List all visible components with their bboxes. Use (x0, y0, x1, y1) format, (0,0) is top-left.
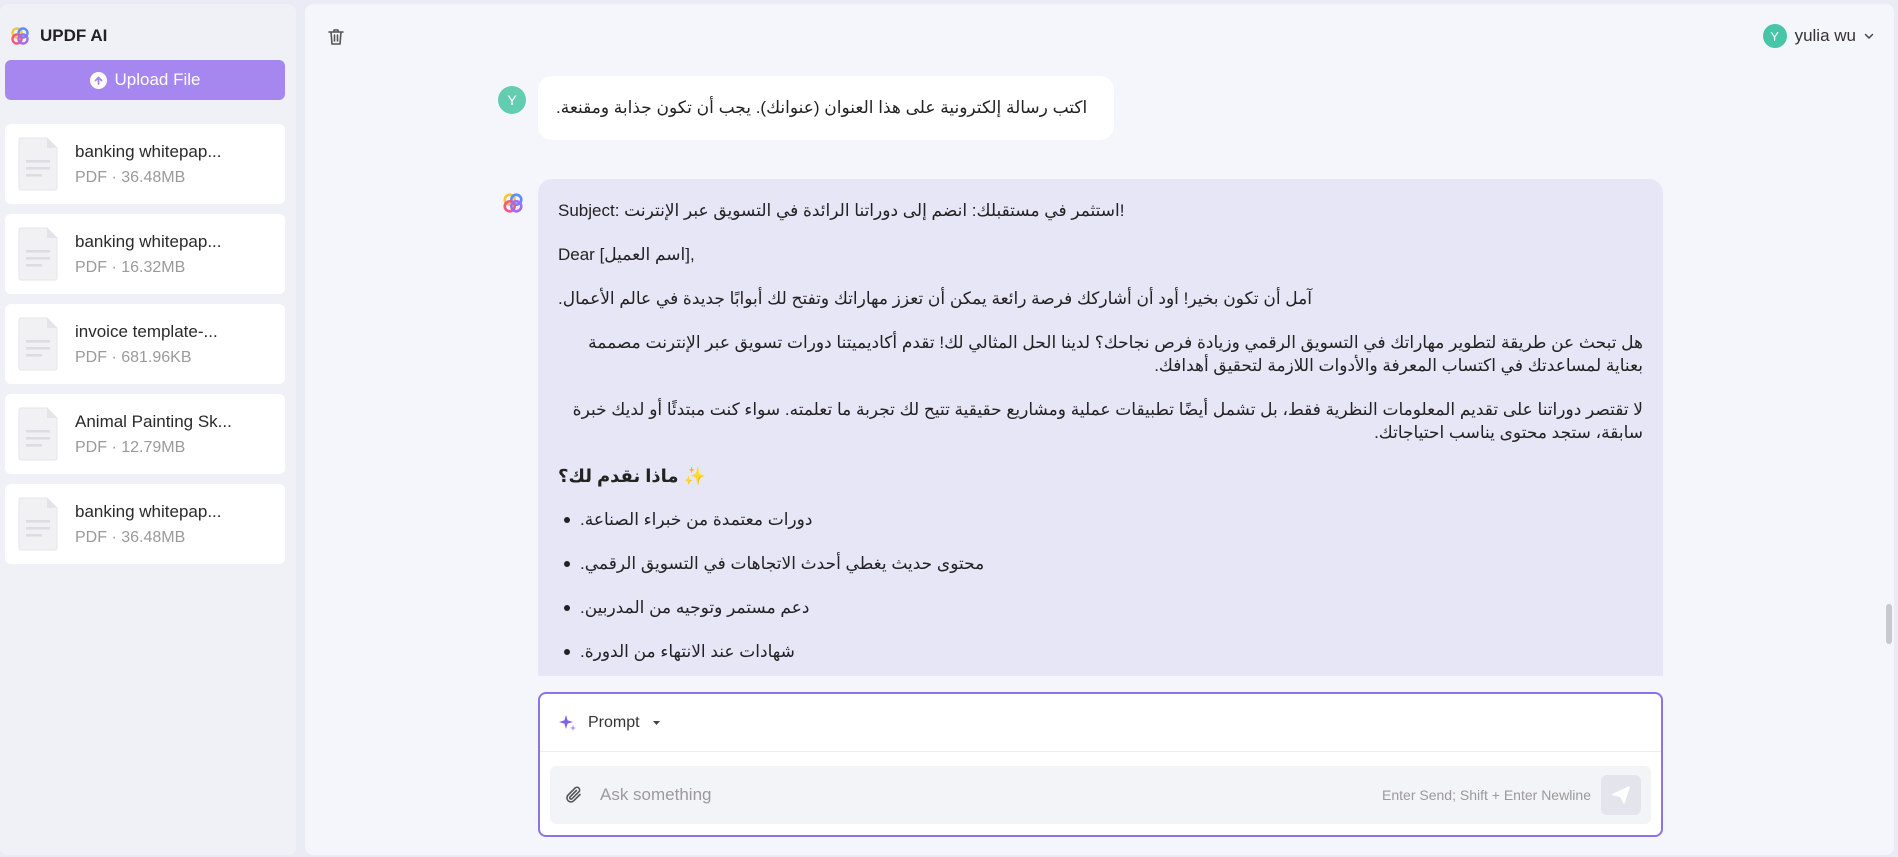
ai-logo-icon (503, 193, 523, 213)
file-item[interactable]: banking whitepap... PDF · 16.32MB (5, 214, 285, 294)
file-item[interactable]: Animal Painting Sk... PDF · 12.79MB (5, 394, 285, 474)
list-item: محتوى حديث يغطي أحدث الاتجاهات في التسوي… (558, 552, 1643, 575)
file-meta: PDF · 36.48MB (75, 529, 186, 546)
user-menu[interactable]: Y yulia wu (1762, 24, 1874, 48)
list-item: شهادات عند الانتهاء من الدورة. (558, 640, 1643, 663)
ai-bullet-list: دورات معتمدة من خبراء الصناعة. محتوى حدي… (558, 508, 1643, 663)
user-message: اكتب رسالة إلكترونية على هذا العنوان (عن… (538, 76, 1114, 140)
file-item[interactable]: banking whitepap... PDF · 36.48MB (5, 124, 285, 204)
ai-subject: Subject: استثمر في مستقبلك: انضم إلى دور… (558, 201, 1125, 220)
composer: Prompt Enter Send; Shift + Enter Newline (538, 692, 1663, 837)
upload-file-button[interactable]: Upload File (5, 60, 285, 100)
prompt-label: Prompt (588, 713, 640, 731)
upload-file-label: Upload File (114, 70, 201, 89)
ai-greeting: Dear [اسم العميل], (558, 245, 695, 264)
prompt-selector[interactable]: Prompt (540, 694, 1661, 752)
send-icon (1612, 786, 1630, 804)
updf-logo-icon (11, 27, 29, 45)
ai-section-heading: ✨ ماذا نقدم لك؟ (558, 466, 706, 486)
pdf-file-icon (18, 227, 58, 281)
file-meta: PDF · 681.96KB (75, 349, 192, 366)
pdf-file-icon (18, 497, 58, 551)
ask-input[interactable] (600, 785, 1383, 805)
file-name: banking whitepap... (75, 142, 222, 161)
scrollbar[interactable] (1886, 604, 1892, 644)
file-meta: PDF · 36.48MB (75, 169, 186, 186)
send-button[interactable] (1601, 775, 1641, 815)
chevron-down-icon (1864, 33, 1874, 39)
sidebar: UPDF AI Upload File banking whitepap... … (0, 4, 296, 855)
file-item[interactable]: invoice template-... PDF · 681.96KB (5, 304, 285, 384)
ai-message: Subject: استثمر في مستقبلك: انضم إلى دور… (538, 179, 1663, 676)
file-name: banking whitepap... (75, 232, 222, 251)
upload-icon (89, 71, 107, 89)
keyboard-hint: Enter Send; Shift + Enter Newline (1382, 787, 1591, 803)
sparkle-icon (559, 714, 576, 731)
file-meta: PDF · 16.32MB (75, 259, 186, 276)
file-list: banking whitepap... PDF · 36.48MB bankin… (5, 124, 285, 574)
app-title: UPDF AI (40, 26, 108, 45)
brand[interactable]: UPDF AI (10, 26, 107, 46)
pdf-file-icon (18, 317, 58, 371)
input-row: Enter Send; Shift + Enter Newline (550, 766, 1651, 824)
file-item[interactable]: banking whitepap... PDF · 36.48MB (5, 484, 285, 564)
user-name: yulia wu (1794, 26, 1856, 45)
ai-paragraph: لا تقتصر دوراتنا على تقديم المعلومات الن… (572, 400, 1643, 442)
file-name: invoice template-... (75, 322, 218, 341)
file-name: banking whitepap... (75, 502, 222, 521)
trash-icon[interactable] (325, 26, 347, 48)
ai-paragraph: آمل أن تكون بخير! أود أن أشاركك فرصة رائ… (558, 289, 1313, 308)
paperclip-icon[interactable] (564, 784, 586, 806)
caret-down-icon (652, 721, 660, 725)
pdf-file-icon (18, 407, 58, 461)
list-item: دعم مستمر وتوجيه من المدربين. (558, 596, 1643, 619)
list-item: دورات معتمدة من خبراء الصناعة. (558, 508, 1643, 531)
chat-panel: Y yulia wu Y اكتب رسالة إلكترونية على هذ… (305, 4, 1894, 855)
user-message-avatar: Y (498, 86, 526, 114)
file-name: Animal Painting Sk... (75, 412, 232, 431)
file-meta: PDF · 12.79MB (75, 439, 186, 456)
pdf-file-icon (18, 137, 58, 191)
avatar: Y (1762, 24, 1787, 48)
ai-paragraph: هل تبحث عن طريقة لتطوير مهاراتك في التسو… (588, 333, 1643, 375)
